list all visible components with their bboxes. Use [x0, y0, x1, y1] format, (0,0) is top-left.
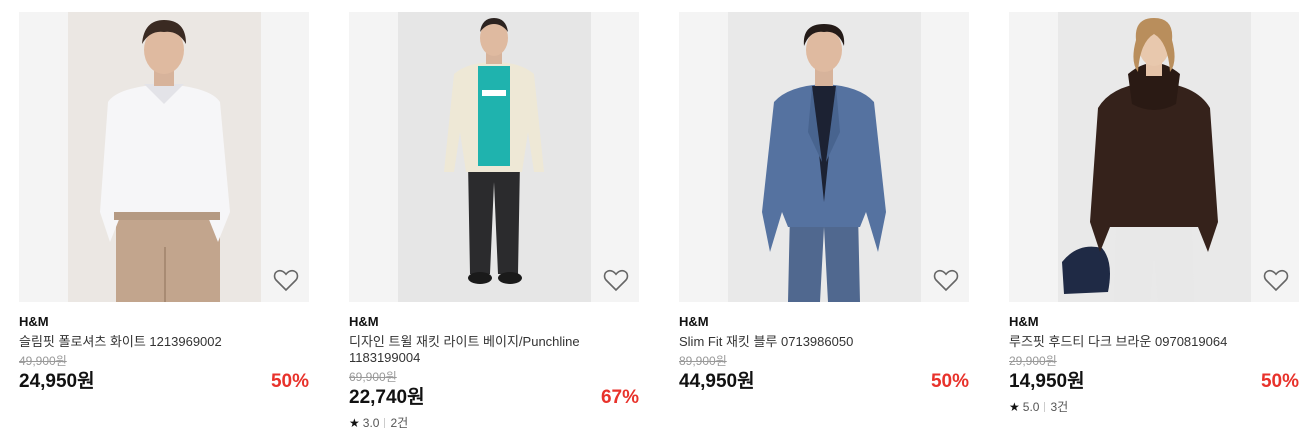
product-name[interactable]: 루즈핏 후드티 다크 브라운 0970819064: [1009, 334, 1249, 350]
product-image[interactable]: [19, 12, 309, 302]
product-card[interactable]: H&M 루즈핏 후드티 다크 브라운 0970819064 29,900원 14…: [1009, 12, 1299, 414]
product-card[interactable]: H&M 디자인 트윌 재킷 라이트 베이지/Punchline 11831990…: [349, 12, 639, 430]
divider: [384, 418, 386, 428]
product-rating: ★ 3.0 2건: [349, 416, 639, 430]
product-image[interactable]: [349, 12, 639, 302]
heart-outline-icon[interactable]: [273, 268, 299, 292]
sale-price: 44,950원: [679, 371, 755, 392]
product-card[interactable]: H&M 슬림핏 폴로셔츠 화이트 1213969002 49,900원 24,9…: [19, 12, 309, 394]
product-card[interactable]: H&M Slim Fit 재킷 블루 0713986050 89,900원 44…: [679, 12, 969, 394]
product-brand: H&M: [19, 314, 49, 329]
sale-price: 14,950원: [1009, 371, 1085, 392]
discount-rate: 50%: [930, 371, 969, 392]
star-icon: ★: [1009, 400, 1020, 414]
review-count: 3건: [1050, 400, 1069, 414]
product-image[interactable]: [1009, 12, 1299, 302]
product-name[interactable]: Slim Fit 재킷 블루 0713986050: [679, 334, 919, 350]
heart-outline-icon[interactable]: [603, 268, 629, 292]
sale-price: 24,950원: [19, 371, 95, 392]
star-icon: ★: [349, 416, 360, 430]
product-image[interactable]: [679, 12, 969, 302]
product-rating: ★ 5.0 3건: [1009, 400, 1299, 414]
review-count: 2건: [390, 416, 409, 430]
original-price: 29,900원: [1009, 354, 1057, 368]
original-price: 49,900원: [19, 354, 67, 368]
discount-rate: 50%: [270, 371, 309, 392]
sale-price: 22,740원: [349, 387, 425, 408]
product-brand: H&M: [349, 314, 379, 329]
rating-score: 5.0: [1022, 400, 1040, 414]
heart-outline-icon[interactable]: [1263, 268, 1289, 292]
heart-outline-icon[interactable]: [933, 268, 959, 292]
product-brand: H&M: [1009, 314, 1039, 329]
original-price: 89,900원: [679, 354, 727, 368]
original-price: 69,900원: [349, 370, 397, 384]
product-brand: H&M: [679, 314, 709, 329]
discount-rate: 50%: [1260, 371, 1299, 392]
product-grid: H&M 슬림핏 폴로셔츠 화이트 1213969002 49,900원 24,9…: [0, 0, 1308, 448]
divider: [1044, 402, 1046, 412]
product-name[interactable]: 슬림핏 폴로셔츠 화이트 1213969002: [19, 334, 259, 350]
discount-rate: 67%: [600, 387, 639, 408]
rating-score: 3.0: [362, 416, 380, 430]
product-name[interactable]: 디자인 트윌 재킷 라이트 베이지/Punchline 1183199004: [349, 334, 589, 366]
